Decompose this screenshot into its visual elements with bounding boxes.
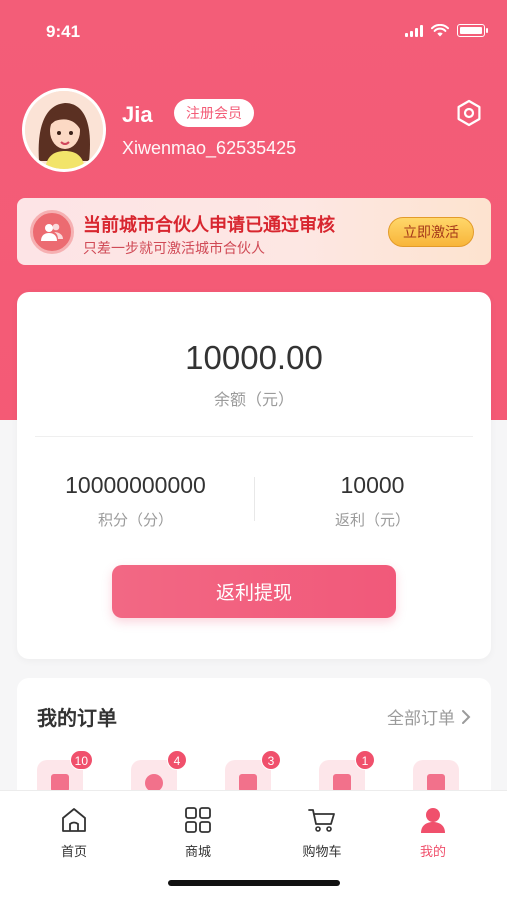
partner-title: 当前城市合伙人申请已通过审核 bbox=[83, 215, 335, 235]
wifi-icon bbox=[431, 24, 449, 37]
tab-mall[interactable]: 商城 bbox=[168, 805, 228, 860]
partner-icon bbox=[30, 210, 74, 254]
points-label: 积分（分） bbox=[97, 512, 173, 529]
orders-title: 我的订单 bbox=[37, 708, 117, 730]
home-indicator bbox=[168, 880, 340, 886]
profile-header: Jia 注册会员 Xiwenmao_62535425 bbox=[22, 88, 492, 178]
order-count-badge: 3 bbox=[261, 750, 281, 770]
grid-icon bbox=[185, 807, 211, 833]
wallet-card: 10000.00 余额（元） 10000000000 积分（分） 10000 返… bbox=[17, 292, 491, 659]
tab-profile[interactable]: 我的 bbox=[403, 805, 463, 860]
all-orders-link[interactable]: 全部订单 bbox=[387, 704, 471, 729]
tab-mall-label: 商城 bbox=[184, 844, 211, 859]
activate-button[interactable]: 立即激活 bbox=[388, 217, 474, 247]
signal-icon bbox=[405, 24, 423, 37]
username: Jia bbox=[122, 102, 153, 127]
order-count-badge: 1 bbox=[355, 750, 375, 770]
tab-profile-label: 我的 bbox=[419, 844, 446, 859]
status-bar: 9:41 bbox=[0, 0, 507, 64]
order-count-badge: 10 bbox=[69, 750, 93, 770]
partner-banner[interactable]: 当前城市合伙人申请已通过审核 只差一步就可激活城市合伙人 立即激活 bbox=[17, 198, 491, 265]
tab-cart[interactable]: 购物车 bbox=[292, 805, 352, 860]
all-orders-label: 全部订单 bbox=[387, 709, 455, 728]
tab-home[interactable]: 首页 bbox=[44, 805, 104, 860]
points-stat[interactable]: 10000000000 积分（分） bbox=[17, 472, 254, 530]
tab-home-label: 首页 bbox=[60, 844, 87, 859]
status-time: 9:41 bbox=[46, 22, 81, 41]
partner-subtitle: 只差一步就可激活城市合伙人 bbox=[83, 240, 265, 256]
avatar-illustration-icon bbox=[25, 91, 103, 169]
home-icon bbox=[62, 808, 86, 832]
rebate-label: 返利（元） bbox=[334, 512, 410, 529]
profile-icon bbox=[421, 808, 445, 833]
status-icons bbox=[405, 24, 488, 37]
tab-cart-label: 购物车 bbox=[302, 844, 342, 859]
rebate-stat[interactable]: 10000 返利（元） bbox=[254, 472, 491, 530]
cart-icon bbox=[308, 809, 335, 832]
balance-label: 余额（元） bbox=[213, 392, 294, 409]
member-badge: 注册会员 bbox=[174, 99, 254, 127]
card-divider bbox=[35, 436, 473, 437]
points-value: 10000000000 bbox=[65, 472, 206, 498]
settings-icon[interactable] bbox=[454, 98, 484, 128]
user-id: Xiwenmao_62535425 bbox=[122, 138, 297, 158]
chevron-right-icon bbox=[462, 709, 471, 724]
rebate-value: 10000 bbox=[340, 472, 405, 498]
order-count-badge: 4 bbox=[167, 750, 187, 770]
withdraw-button[interactable]: 返利提现 bbox=[112, 565, 396, 618]
orders-card: 我的订单 全部订单 10 4 3 1 bbox=[17, 678, 491, 808]
avatar[interactable] bbox=[22, 88, 106, 172]
battery-icon bbox=[457, 24, 488, 37]
balance-value: 10000.00 bbox=[185, 339, 323, 376]
